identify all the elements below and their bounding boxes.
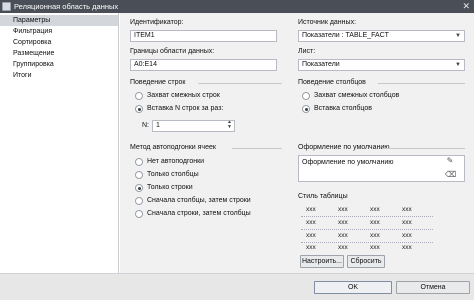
autofit-rows-then-cols-radio[interactable] bbox=[135, 210, 143, 218]
dialog-footer: OK Отмена bbox=[0, 273, 474, 300]
nav-item-totals[interactable]: Итоги bbox=[0, 70, 118, 81]
autofit-none-label: Нет автоподгонки bbox=[147, 158, 205, 165]
chevron-down-icon: ▼ bbox=[455, 33, 461, 39]
style-cell: xxx bbox=[306, 244, 316, 251]
ok-button[interactable]: OK bbox=[314, 281, 392, 294]
stepper-arrows-icon[interactable]: ▲ ▼ bbox=[227, 121, 232, 130]
identifier-label: Идентификатор: bbox=[130, 19, 184, 26]
sheet-label: Лист: bbox=[298, 48, 316, 55]
sheet-dropdown[interactable]: Показатели ▼ bbox=[298, 59, 465, 71]
nav-item-parameters[interactable]: Параметры bbox=[0, 15, 118, 26]
autofit-rows-radio[interactable] bbox=[135, 184, 143, 192]
style-cell: xxx bbox=[338, 206, 348, 213]
row-capture-radio[interactable] bbox=[135, 92, 143, 100]
divider bbox=[382, 148, 465, 149]
autofit-rows-label: Только строки bbox=[147, 184, 193, 191]
nav-item-placement[interactable]: Размещение bbox=[0, 48, 118, 59]
col-capture-label: Захват смежных столбцов bbox=[314, 92, 400, 99]
row-behavior-label: Поведение строк bbox=[130, 79, 186, 86]
divider bbox=[198, 83, 282, 84]
style-cell: xxx bbox=[370, 219, 380, 226]
n-label: N: bbox=[142, 122, 149, 129]
style-cell: xxx bbox=[306, 232, 316, 239]
autofit-label: Метод автоподгонки ячеек bbox=[130, 144, 216, 151]
divider bbox=[301, 242, 433, 243]
table-style-label: Стиль таблицы bbox=[298, 193, 348, 200]
n-value: 1 bbox=[156, 122, 160, 129]
autofit-rows-then-cols-label: Сначала строки, затем столбцы bbox=[147, 210, 251, 217]
style-cell: xxx bbox=[306, 219, 316, 226]
divider bbox=[378, 83, 465, 84]
reset-style-button[interactable]: Сбросить bbox=[347, 255, 385, 268]
title-bar: Реляционная область данных ✕ bbox=[0, 0, 474, 13]
source-value: Показатели : TABLE_FACT bbox=[302, 32, 389, 39]
source-dropdown[interactable]: Показатели : TABLE_FACT ▼ bbox=[298, 30, 465, 42]
divider bbox=[232, 148, 282, 149]
formatting-value: Оформление по умолчанию bbox=[302, 159, 394, 166]
style-cell: xxx bbox=[338, 232, 348, 239]
col-capture-radio[interactable] bbox=[302, 92, 310, 100]
n-stepper[interactable]: 1 ▲ ▼ bbox=[152, 120, 235, 132]
formatting-label: Оформление по умолчанию bbox=[298, 144, 390, 151]
row-insert-n-label: Вставка N строк за раз: bbox=[147, 105, 224, 112]
style-cell: xxx bbox=[402, 244, 412, 251]
nav-item-sorting[interactable]: Сортировка bbox=[0, 37, 118, 48]
style-cell: xxx bbox=[370, 232, 380, 239]
settings-pane: Идентификатор: ITEM1 Границы области дан… bbox=[120, 13, 474, 273]
row-insert-n-radio[interactable] bbox=[135, 105, 143, 113]
divider bbox=[301, 229, 433, 230]
autofit-cols-then-rows-radio[interactable] bbox=[135, 197, 143, 205]
style-cell: xxx bbox=[338, 219, 348, 226]
style-cell: xxx bbox=[338, 244, 348, 251]
sheet-value: Показатели bbox=[302, 61, 340, 68]
style-cell: xxx bbox=[402, 219, 412, 226]
nav-item-grouping[interactable]: Группировка bbox=[0, 59, 118, 70]
nav-panel: Параметры Фильтрация Сортировка Размещен… bbox=[0, 13, 119, 273]
autofit-columns-radio[interactable] bbox=[135, 171, 143, 179]
autofit-columns-label: Только столбцы bbox=[147, 171, 199, 178]
formatting-box: Оформление по умолчанию bbox=[298, 155, 465, 182]
source-label: Источник данных: bbox=[298, 19, 357, 26]
chevron-down-icon: ▼ bbox=[455, 62, 461, 68]
bounds-label: Границы области данных: bbox=[130, 48, 215, 55]
bounds-input[interactable]: A0:E14 bbox=[130, 59, 277, 71]
style-cell: xxx bbox=[370, 244, 380, 251]
configure-style-button[interactable]: Настроить... bbox=[300, 255, 344, 268]
autofit-none-radio[interactable] bbox=[135, 158, 143, 166]
col-insert-radio[interactable] bbox=[302, 105, 310, 113]
col-insert-label: Вставка столбцов bbox=[314, 105, 372, 112]
cancel-button[interactable]: Отмена bbox=[396, 281, 470, 294]
app-icon bbox=[2, 2, 11, 11]
divider bbox=[301, 216, 433, 217]
identifier-input[interactable]: ITEM1 bbox=[130, 30, 277, 42]
style-cell: xxx bbox=[402, 206, 412, 213]
col-behavior-label: Поведение столбцов bbox=[298, 79, 366, 86]
eraser-icon[interactable]: ⌫ bbox=[445, 170, 456, 180]
pencil-icon[interactable]: ✎ bbox=[445, 156, 455, 166]
style-cell: xxx bbox=[370, 206, 380, 213]
close-icon[interactable]: ✕ bbox=[462, 1, 470, 12]
style-cell: xxx bbox=[402, 232, 412, 239]
style-cell: xxx bbox=[306, 206, 316, 213]
autofit-cols-then-rows-label: Сначала столбцы, затем строки bbox=[147, 197, 251, 204]
window-title: Реляционная область данных bbox=[14, 2, 119, 11]
row-capture-label: Захват смежных строк bbox=[147, 92, 220, 99]
nav-item-filtering[interactable]: Фильтрация bbox=[0, 26, 118, 37]
